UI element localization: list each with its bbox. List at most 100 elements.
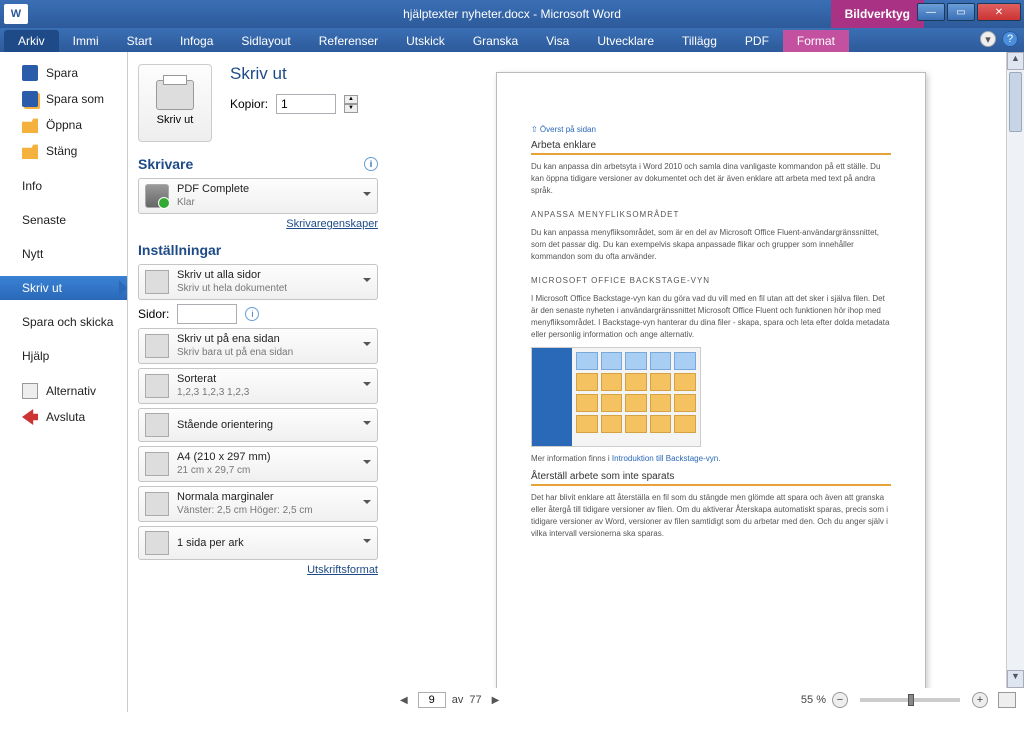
print-format-link[interactable]: Utskriftsformat [138, 564, 378, 576]
pages-input[interactable] [177, 304, 237, 324]
sidebar-item-spara-skicka[interactable]: Spara och skicka [0, 310, 127, 334]
copies-down[interactable]: ▼ [344, 104, 358, 113]
page-number-input[interactable] [418, 692, 446, 708]
sidebar-item-senaste[interactable]: Senaste [0, 208, 127, 232]
pages-label: Sidor: [138, 307, 169, 321]
tab-immi[interactable]: Immi [59, 30, 113, 52]
zoom-out-button[interactable]: − [832, 692, 848, 708]
tab-arkiv[interactable]: Arkiv [4, 30, 59, 52]
scroll-down[interactable]: ▼ [1007, 670, 1024, 688]
copies-up[interactable]: ▲ [344, 95, 358, 104]
tab-utvecklare[interactable]: Utvecklare [583, 30, 668, 52]
print-button[interactable]: Skriv ut [138, 64, 212, 142]
chevron-down-icon [363, 421, 371, 429]
scroll-up[interactable]: ▲ [1007, 52, 1024, 70]
chevron-down-icon [363, 342, 371, 350]
chevron-down-icon [363, 460, 371, 468]
sidebar-item-label: Senaste [22, 213, 66, 227]
tab-granska[interactable]: Granska [459, 30, 532, 52]
sidebar-item-oppna[interactable]: Öppna [0, 112, 127, 138]
tab-referenser[interactable]: Referenser [305, 30, 392, 52]
sidebar-item-nytt[interactable]: Nytt [0, 242, 127, 266]
close-file-icon [22, 143, 38, 159]
doc-s1: ANPASSA MENYFLIKSOMRÅDET [531, 209, 891, 221]
print-preview: ⇧ Överst på sidan Arbeta enklare Du kan … [388, 52, 1024, 712]
sidebar-item-label: Info [22, 179, 42, 193]
sidebar-item-label: Spara och skicka [22, 315, 113, 329]
minimize-button[interactable]: — [917, 3, 945, 21]
printer-properties-link[interactable]: Skrivaregenskaper [138, 218, 378, 230]
print-button-label: Skriv ut [157, 114, 194, 126]
save-as-icon [22, 91, 38, 107]
zoom-slider[interactable] [860, 698, 960, 702]
chevron-down-icon [363, 500, 371, 508]
tab-pdf[interactable]: PDF [731, 30, 783, 52]
printer-info-icon[interactable]: i [364, 157, 378, 171]
window-title: hjälptexter nyheter.docx - Microsoft Wor… [403, 7, 621, 21]
zoom-knob[interactable] [908, 694, 914, 706]
pages-info-icon[interactable]: i [245, 307, 259, 321]
printer-dropdown[interactable]: PDF Complete Klar [138, 178, 378, 214]
printer-icon [156, 80, 194, 110]
tab-start[interactable]: Start [113, 30, 166, 52]
sidebar-item-alternativ[interactable]: Alternativ [0, 378, 127, 404]
margins-icon [145, 492, 169, 516]
sidebar-item-label: Hjälp [22, 349, 49, 363]
margins-dropdown[interactable]: Normala marginalerVänster: 2,5 cm Höger:… [138, 486, 378, 522]
pages-per-sheet-dropdown[interactable]: 1 sida per ark [138, 526, 378, 560]
pages-icon [145, 270, 169, 294]
printer-status: Klar [177, 197, 195, 208]
maximize-button[interactable]: ▭ [947, 3, 975, 21]
copies-input[interactable] [276, 94, 336, 114]
print-sides-dropdown[interactable]: Skriv ut på ena sidanSkriv bara ut på en… [138, 328, 378, 364]
sidebar-item-label: Skriv ut [22, 281, 62, 295]
settings-heading: Inställningar [138, 242, 221, 258]
contextual-tab-bildverktyg[interactable]: Bildverktyg [831, 0, 924, 28]
collate-icon [145, 374, 169, 398]
minimize-ribbon-icon[interactable]: ▾ [980, 31, 996, 47]
zoom-in-button[interactable]: + [972, 692, 988, 708]
sidebar-item-avsluta[interactable]: Avsluta [0, 404, 127, 430]
help-icon[interactable]: ? [1002, 31, 1018, 47]
chevron-down-icon [363, 278, 371, 286]
chevron-down-icon [363, 539, 371, 547]
prev-page-button[interactable]: ◀ [396, 695, 412, 706]
doc-p1: Du kan anpassa din arbetsyta i Word 2010… [531, 161, 891, 197]
tab-sidlayout[interactable]: Sidlayout [227, 30, 304, 52]
sidebar-item-stang[interactable]: Stäng [0, 138, 127, 164]
sidebar-item-hjalp[interactable]: Hjälp [0, 344, 127, 368]
sidebar-item-label: Spara [46, 66, 78, 80]
exit-icon [22, 409, 38, 425]
tab-format[interactable]: Format [783, 30, 849, 52]
scroll-thumb[interactable] [1009, 72, 1022, 132]
sidebar-item-spara[interactable]: Spara [0, 60, 127, 86]
collate-dropdown[interactable]: Sorterat1,2,3 1,2,3 1,2,3 [138, 368, 378, 404]
tab-tillagg[interactable]: Tillägg [668, 30, 731, 52]
save-icon [22, 65, 38, 81]
paper-size-dropdown[interactable]: A4 (210 x 297 mm)21 cm x 29,7 cm [138, 446, 378, 482]
sidebar-item-skriv-ut[interactable]: Skriv ut [0, 276, 127, 300]
print-heading: Skriv ut [230, 64, 378, 84]
doc-h2: Återställ arbete som inte sparats [531, 471, 891, 486]
close-button[interactable]: ✕ [977, 3, 1021, 21]
open-icon [22, 117, 38, 133]
tab-infoga[interactable]: Infoga [166, 30, 227, 52]
printer-name: PDF Complete [177, 183, 249, 195]
sidebar-item-spara-som[interactable]: Spara som [0, 86, 127, 112]
tab-visa[interactable]: Visa [532, 30, 583, 52]
print-range-dropdown[interactable]: Skriv ut alla sidorSkriv ut hela dokumen… [138, 264, 378, 300]
fit-page-button[interactable] [998, 692, 1016, 708]
orientation-dropdown[interactable]: Stående orientering [138, 408, 378, 442]
sidebar-item-label: Alternativ [46, 384, 96, 398]
one-page-icon [145, 531, 169, 555]
total-pages: 77 [469, 694, 481, 706]
printer-heading: Skrivare [138, 156, 193, 172]
tab-utskick[interactable]: Utskick [392, 30, 459, 52]
doc-p3: I Microsoft Office Backstage-vyn kan du … [531, 293, 891, 341]
doc-top-link: ⇧ Överst på sidan [531, 125, 891, 134]
preview-scrollbar[interactable]: ▲ ▼ [1006, 52, 1024, 688]
doc-embedded-image [531, 347, 701, 447]
next-page-button[interactable]: ▶ [488, 695, 504, 706]
doc-p4: Det har blivit enklare att återställa en… [531, 492, 891, 540]
sidebar-item-info[interactable]: Info [0, 174, 127, 198]
